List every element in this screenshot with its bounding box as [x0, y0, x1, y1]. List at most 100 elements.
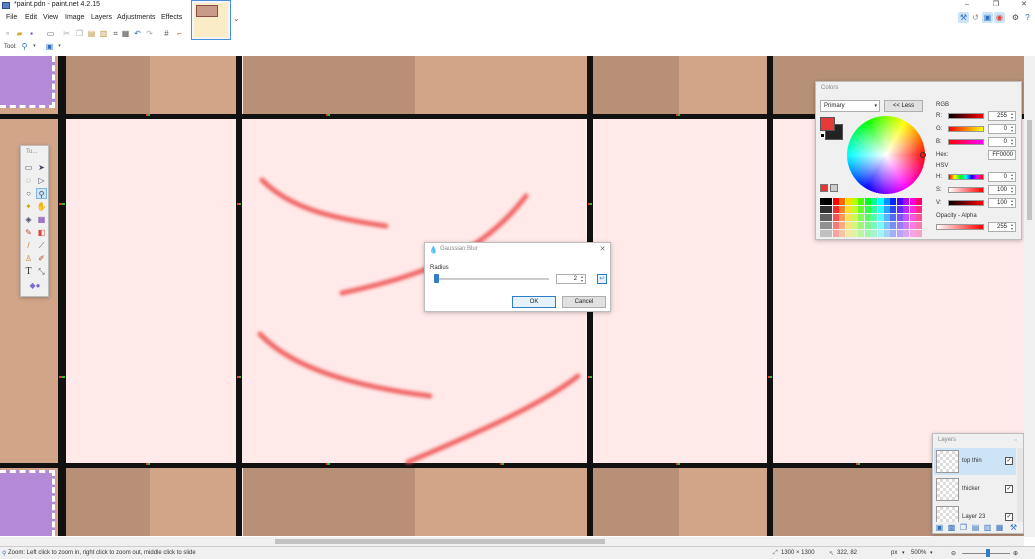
b-slider[interactable]: [948, 139, 984, 145]
menu-layers[interactable]: Layers: [91, 14, 112, 21]
duplicate-layer-icon[interactable]: ❐: [959, 523, 968, 532]
palette-swatch[interactable]: [890, 222, 897, 229]
layer-row[interactable]: top thin ✓: [934, 448, 1016, 475]
palette-swatch[interactable]: [871, 222, 878, 229]
palette-swatch[interactable]: [826, 222, 833, 229]
palette-swatch[interactable]: [884, 198, 890, 205]
palette-swatch[interactable]: [903, 206, 910, 213]
layers-window-toggle-icon[interactable]: ▣: [982, 12, 993, 23]
palette-swatch[interactable]: [903, 230, 910, 237]
palette-swatch[interactable]: [877, 206, 884, 213]
layer-properties-icon[interactable]: ⚒: [1009, 523, 1018, 532]
palette-swatch[interactable]: [839, 198, 846, 205]
palette-swatch[interactable]: [832, 230, 839, 237]
paint-bucket-icon[interactable]: ◈: [23, 214, 34, 225]
radius-slider-thumb[interactable]: [434, 274, 439, 283]
sampling-icon[interactable]: ▣: [45, 42, 54, 51]
b-field[interactable]: 0 ▴ ▾: [988, 137, 1016, 147]
horizontal-scrollbar[interactable]: [0, 537, 1024, 546]
gear-icon[interactable]: ⚙: [1010, 12, 1021, 23]
palette-swatch[interactable]: [890, 206, 897, 213]
palette-swatch[interactable]: [916, 222, 922, 229]
palette-swatch[interactable]: [909, 206, 916, 213]
palette-swatch[interactable]: [845, 214, 852, 221]
g-slider[interactable]: [948, 126, 984, 132]
chevron-down-icon[interactable]: ▾: [55, 42, 64, 51]
add-layer-icon[interactable]: ▣: [935, 523, 944, 532]
layer-visibility-checkbox[interactable]: ✓: [1005, 457, 1013, 465]
undo-icon[interactable]: ↶: [133, 29, 142, 38]
palette-swatch[interactable]: [845, 222, 852, 229]
paste-new-icon[interactable]: ▥: [99, 29, 108, 38]
print-icon[interactable]: ▭: [46, 29, 55, 38]
color-mode-dropdown[interactable]: Primary ▾: [820, 100, 880, 112]
gradient-icon[interactable]: ▦: [36, 214, 47, 225]
zoom-level[interactable]: 500%: [911, 550, 926, 556]
h-slider[interactable]: [948, 174, 984, 180]
colors-window-toggle-icon[interactable]: ◉: [994, 12, 1005, 23]
palette-swatch[interactable]: [896, 214, 903, 221]
palette-swatch[interactable]: [832, 222, 839, 229]
palette-swatch[interactable]: [826, 198, 833, 205]
clone-stamp-icon[interactable]: ♙: [23, 253, 34, 264]
palette-swatch[interactable]: [864, 222, 871, 229]
palette-swatch[interactable]: [858, 214, 865, 221]
palette-swatch[interactable]: [896, 206, 903, 213]
v-field[interactable]: 100 ▴ ▾: [988, 198, 1016, 208]
vertical-scrollbar[interactable]: [1024, 56, 1035, 537]
zoom-in-icon[interactable]: ⊕: [1013, 550, 1018, 557]
zoom-tool-dropdown[interactable]: ⚲: [20, 42, 29, 51]
cut-icon[interactable]: ✂: [62, 29, 71, 38]
palette-swatch[interactable]: [852, 206, 858, 213]
pencil-icon[interactable]: /: [23, 240, 34, 251]
palette-swatch[interactable]: [852, 222, 858, 229]
v-slider[interactable]: [948, 200, 984, 206]
palette-swatch[interactable]: [858, 206, 865, 213]
palette-swatch[interactable]: [903, 222, 910, 229]
palette-swatch[interactable]: [916, 206, 922, 213]
units-selector[interactable]: px: [891, 550, 897, 556]
layer-visibility-checkbox[interactable]: ✓: [1005, 513, 1013, 521]
palette-swatch[interactable]: [896, 230, 903, 237]
chevron-down-icon[interactable]: ▾: [930, 550, 933, 556]
palette-swatch[interactable]: [909, 214, 916, 221]
palette-swatch[interactable]: [877, 214, 884, 221]
color-picker-icon[interactable]: ⟋: [36, 240, 47, 251]
palette-swatch[interactable]: [896, 222, 903, 229]
palette-swatch[interactable]: [864, 206, 871, 213]
new-icon[interactable]: ▫: [3, 29, 12, 38]
r-field[interactable]: 255 ▴ ▾: [988, 111, 1016, 121]
layer-row[interactable]: Layer 23 ✓: [934, 504, 1016, 522]
palette-swatch[interactable]: [852, 214, 858, 221]
deselect-icon[interactable]: ▦: [121, 29, 130, 38]
layer-visibility-checkbox[interactable]: ✓: [1005, 485, 1013, 493]
delete-layer-icon[interactable]: ▩: [947, 523, 956, 532]
ok-button[interactable]: OK: [512, 296, 556, 308]
palette-swatch[interactable]: [832, 214, 839, 221]
merge-layer-icon[interactable]: ▤: [971, 523, 980, 532]
palette-swatch[interactable]: [896, 198, 903, 205]
paste-icon[interactable]: ▤: [87, 29, 96, 38]
palette-swatch[interactable]: [884, 222, 890, 229]
palette-swatch[interactable]: [826, 214, 833, 221]
palette-swatch[interactable]: [852, 198, 858, 205]
palette-swatch[interactable]: [916, 230, 922, 237]
minimize-button[interactable]: –: [958, 0, 976, 10]
palette-menu-icon[interactable]: [830, 184, 838, 192]
primary-color-swatch[interactable]: [820, 117, 835, 131]
tools-window-toggle-icon[interactable]: ⚒: [958, 12, 969, 23]
radius-slider-track[interactable]: [435, 278, 549, 280]
chevron-down-icon[interactable]: ▾: [30, 42, 39, 51]
less-button[interactable]: << Less: [884, 100, 923, 112]
palette-swatch[interactable]: [820, 206, 826, 213]
copy-icon[interactable]: ❐: [75, 29, 84, 38]
color-wheel[interactable]: [847, 116, 925, 194]
color-palette[interactable]: [820, 198, 924, 238]
rectangle-select-icon[interactable]: ▭: [23, 162, 34, 173]
alpha-slider[interactable]: [936, 224, 984, 230]
open-icon[interactable]: ▰: [15, 29, 24, 38]
menu-file[interactable]: File: [6, 14, 17, 21]
palette-swatch[interactable]: [820, 230, 826, 237]
palette-swatch[interactable]: [877, 198, 884, 205]
reset-icon[interactable]: ↩: [597, 274, 607, 284]
